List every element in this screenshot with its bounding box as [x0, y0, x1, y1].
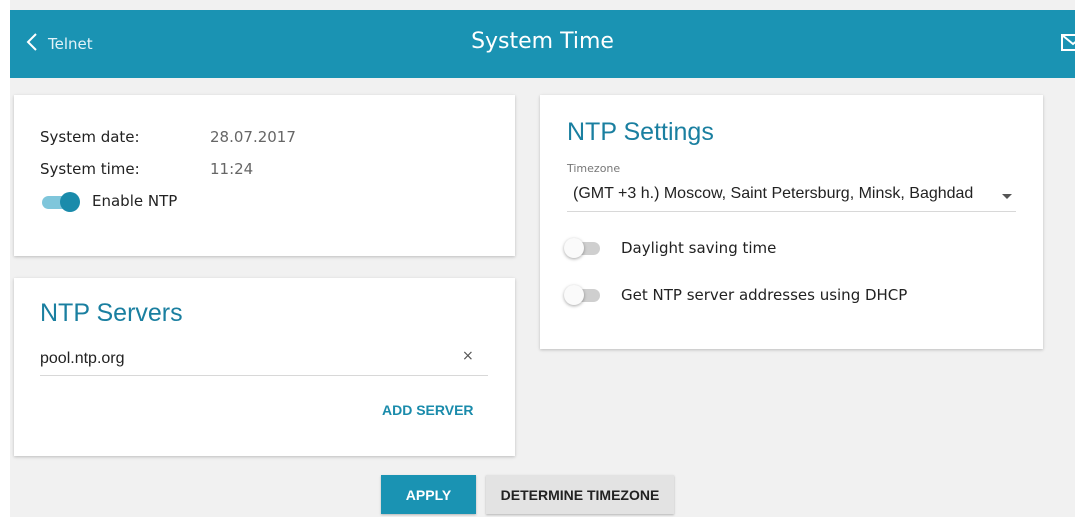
system-info-card: System date: 28.07.2017 System time: 11:… — [14, 95, 515, 256]
apply-button[interactable]: APPLY — [381, 475, 476, 514]
clear-server-button[interactable]: × — [462, 348, 474, 364]
dhcp-ntp-label: Get NTP server addresses using DHCP — [621, 286, 908, 304]
ntp-settings-card: NTP Settings Timezone (GMT +3 h.) Moscow… — [540, 95, 1043, 349]
system-time-value: 11:24 — [210, 160, 254, 178]
ntp-settings-title: NTP Settings — [567, 118, 714, 146]
system-date-label: System date: — [40, 128, 140, 146]
page-title: System Time — [471, 29, 614, 54]
toggle-knob — [564, 285, 584, 305]
top-bar: Telnet System Time — [10, 10, 1075, 78]
system-time-label: System time: — [40, 160, 140, 178]
toggle-knob — [60, 192, 80, 212]
caret-down-icon — [1002, 194, 1012, 199]
determine-timezone-button[interactable]: DETERMINE TIMEZONE — [486, 475, 674, 514]
toggle-knob — [564, 238, 584, 258]
dst-toggle[interactable] — [564, 238, 604, 258]
dst-label: Daylight saving time — [621, 239, 777, 257]
enable-ntp-label: Enable NTP — [92, 192, 178, 210]
ntp-servers-card: NTP Servers × ADD SERVER — [14, 278, 515, 456]
envelope-icon[interactable] — [1061, 32, 1075, 56]
timezone-label: Timezone — [567, 162, 621, 175]
timezone-select[interactable]: (GMT +3 h.) Moscow, Saint Petersburg, Mi… — [567, 181, 1016, 212]
system-date-value: 28.07.2017 — [210, 128, 296, 146]
ntp-server-input[interactable] — [40, 343, 488, 376]
dhcp-ntp-toggle[interactable] — [564, 285, 604, 305]
timezone-value: (GMT +3 h.) Moscow, Saint Petersburg, Mi… — [573, 185, 974, 202]
enable-ntp-toggle[interactable] — [40, 192, 80, 212]
add-server-button[interactable]: ADD SERVER — [382, 402, 474, 418]
ntp-servers-title: NTP Servers — [40, 299, 183, 327]
